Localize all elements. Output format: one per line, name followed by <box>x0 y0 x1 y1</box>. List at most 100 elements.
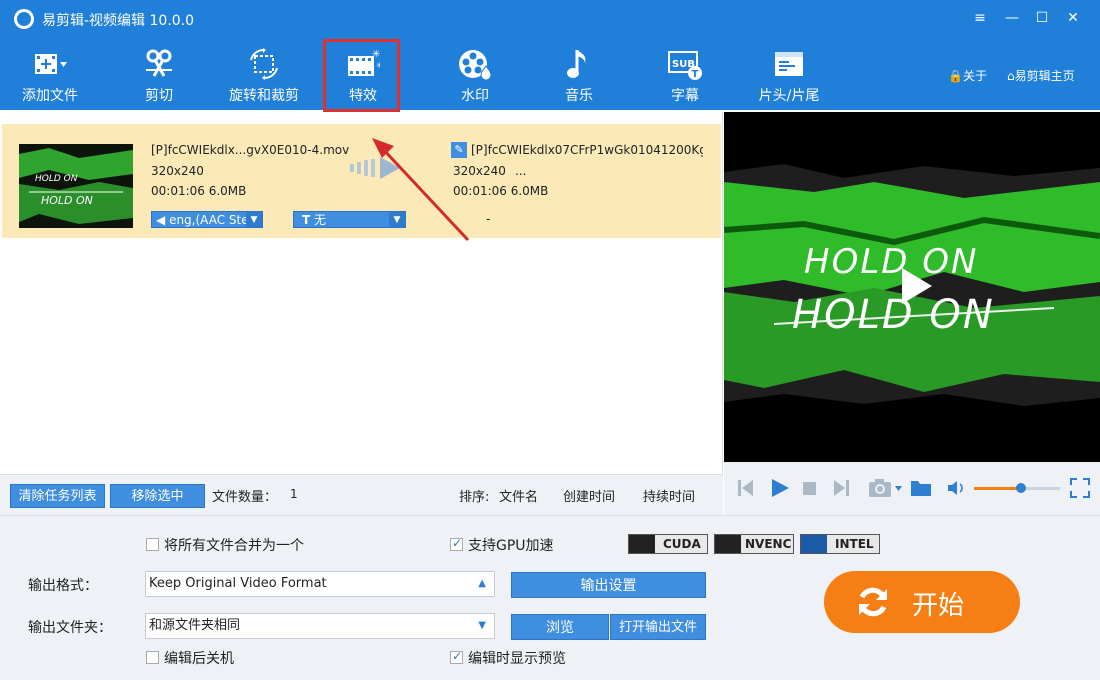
rotate-crop-icon <box>250 48 278 80</box>
maximize-button[interactable]: ☐ <box>1027 6 1057 30</box>
chevron-up-icon: ▲ <box>478 578 486 589</box>
start-label: 开始 <box>912 591 965 621</box>
output-subtitle-value: - <box>486 212 491 226</box>
browse-button[interactable]: 浏览 <box>511 614 609 640</box>
clear-task-list-button[interactable]: 清除任务列表 <box>10 484 105 508</box>
file-count-value: 1 <box>290 487 298 501</box>
thumbnail-title-top: HOLD ON <box>35 174 78 184</box>
merge-files-label: 将所有文件合并为一个 <box>164 538 304 554</box>
output-folder-select[interactable]: 和源文件夹相同 ▼ <box>145 613 495 639</box>
lock-icon: 🔒 <box>948 69 963 83</box>
output-folder-value: 和源文件夹相同 <box>149 618 241 633</box>
source-resolution: 320x240 <box>151 164 204 178</box>
volume-icon[interactable] <box>947 480 965 496</box>
intel-badge: INTEL <box>800 534 880 554</box>
next-icon[interactable] <box>833 479 849 497</box>
svg-text:T: T <box>692 69 699 80</box>
output-format-value: Keep Original Video Format <box>149 576 327 591</box>
output-settings-button[interactable]: 输出设置 <box>511 572 706 598</box>
video-preview[interactable]: HOLD ON HOLD ON <box>724 112 1100 462</box>
play-icon[interactable] <box>770 478 790 498</box>
nvenc-label: NVENC <box>745 537 792 551</box>
subtitle-label: 字幕 <box>671 88 699 104</box>
speaker-icon: ◀ <box>156 213 166 227</box>
rotate-crop-label: 旋转和裁剪 <box>229 88 299 104</box>
intro-outro-label: 片头/片尾 <box>758 88 820 104</box>
annotation-arrow <box>372 138 470 242</box>
audio-track-dropdown[interactable]: ◀ eng,(AAC Ste ▼ <box>151 211 263 228</box>
chevron-down-icon: ▼ <box>246 212 262 227</box>
sort-label: 排序: <box>459 490 490 505</box>
source-duration-size: 00:01:06 6.0MB <box>151 184 247 198</box>
volume-slider-knob[interactable] <box>1016 483 1027 493</box>
output-format-label: 输出格式： <box>28 578 98 594</box>
gpu-acceleration-label: 支持GPU加速 <box>468 538 554 554</box>
scissors-icon <box>146 49 172 77</box>
add-file-button[interactable]: 添加文件 <box>14 38 86 110</box>
chevron-down-icon: ▼ <box>478 620 486 631</box>
output-more-options[interactable]: ... <box>515 164 526 178</box>
volume-slider-fill <box>974 487 1022 490</box>
merge-files-checkbox[interactable] <box>146 538 159 551</box>
sort-by-duration[interactable]: 持续时间 <box>643 486 695 505</box>
close-button[interactable]: ✕ <box>1058 6 1088 30</box>
music-note-icon <box>567 50 586 78</box>
stop-icon[interactable] <box>803 482 816 495</box>
nvenc-badge: NVENC <box>714 534 794 554</box>
open-output-folder-button[interactable]: 打开输出文件 <box>610 614 706 640</box>
refresh-icon <box>859 587 887 617</box>
sort-by-created-time[interactable]: 创建时间 <box>563 486 615 505</box>
output-format-select[interactable]: Keep Original Video Format ▲ <box>145 571 495 597</box>
volume-slider[interactable] <box>974 483 1060 493</box>
app-logo-icon <box>14 9 34 29</box>
intel-label: INTEL <box>835 537 874 551</box>
nvidia-logo-icon <box>629 535 655 553</box>
open-folder-icon[interactable] <box>910 479 932 497</box>
gpu-acceleration-checkbox[interactable] <box>450 536 463 551</box>
play-overlay-icon[interactable] <box>887 267 937 317</box>
rotate-crop-button[interactable]: 旋转和裁剪 <box>222 38 306 110</box>
audio-track-value: eng,(AAC Ste <box>169 213 249 227</box>
text-t-icon: T <box>302 213 311 227</box>
cuda-badge: CUDA <box>628 534 708 554</box>
show-preview-checkbox[interactable] <box>450 649 463 664</box>
subtitle-icon: SUBT <box>668 51 702 80</box>
output-file-name: [P]fcCWIEkdlx07CFrP1wGk01041200Kgv <box>471 143 703 157</box>
shutdown-after-edit-checkbox[interactable] <box>146 651 159 664</box>
about-link[interactable]: 🔒关于 <box>948 67 987 84</box>
watermark-label: 水印 <box>461 88 489 104</box>
output-folder-label: 输出文件夹： <box>28 620 112 636</box>
window-title: 易剪辑-视频编辑 10.0.0 <box>42 13 195 29</box>
homepage-label: 易剪辑主页 <box>1014 69 1075 83</box>
music-button[interactable]: 音乐 <box>550 38 608 110</box>
intel-logo-icon <box>801 535 827 553</box>
add-file-icon <box>35 54 67 74</box>
sort-by-name[interactable]: 文件名 <box>499 486 538 505</box>
start-button[interactable]: 开始 <box>824 571 1020 633</box>
watermark-icon <box>459 50 492 80</box>
intro-outro-icon <box>775 52 803 76</box>
fullscreen-icon[interactable] <box>1070 478 1090 498</box>
watermark-button[interactable]: 水印 <box>442 38 508 110</box>
homepage-link[interactable]: ⌂易剪辑主页 <box>1007 67 1075 84</box>
snapshot-camera-icon[interactable] <box>868 477 904 499</box>
intro-outro-button[interactable]: 片头/片尾 <box>750 38 828 110</box>
cuda-label: CUDA <box>663 537 701 551</box>
cut-label: 剪切 <box>145 88 173 104</box>
shutdown-after-edit-label: 编辑后关机 <box>164 651 234 667</box>
subtitle-button[interactable]: SUB T 字幕 <box>656 38 714 110</box>
cut-button[interactable]: 剪切 <box>130 38 188 110</box>
remove-selected-button[interactable]: 移除选中 <box>110 484 205 508</box>
effects-highlight-box <box>323 39 400 112</box>
minimize-button[interactable]: — <box>997 6 1027 30</box>
thumbnail-title-bottom: HOLD ON <box>41 194 93 207</box>
playback-controls <box>724 462 1100 515</box>
source-file-name: [P]fcCWIEkdlx...gvX0E010-4.mov <box>151 143 350 157</box>
home-icon: ⌂ <box>1007 69 1015 83</box>
previous-icon[interactable] <box>738 479 754 497</box>
about-label: 关于 <box>962 69 987 83</box>
show-preview-label: 编辑时显示预览 <box>468 651 566 667</box>
title-bar: 易剪辑-视频编辑 10.0.0 ≡ — ☐ ✕ <box>0 0 1100 38</box>
subtitle-track-value: 无 <box>314 213 327 227</box>
menu-button[interactable]: ≡ <box>965 6 995 30</box>
